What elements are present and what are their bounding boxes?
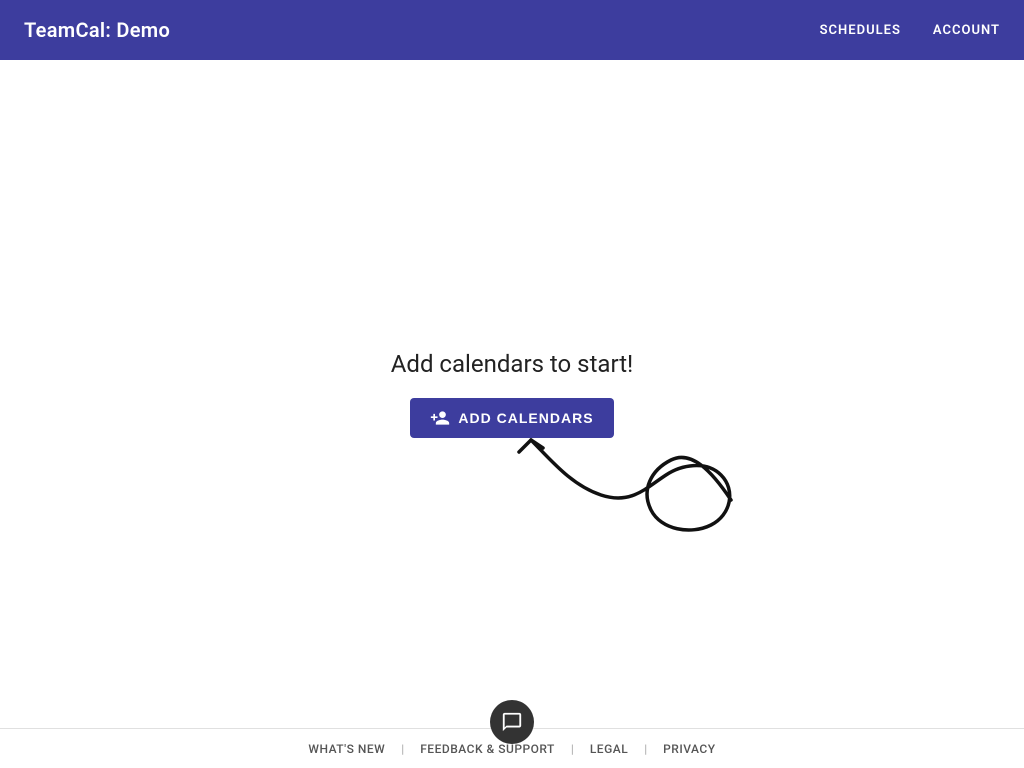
- app-header: TeamCal: Demo SCHEDULES ACCOUNT: [0, 0, 1024, 60]
- app-logo[interactable]: TeamCal: Demo: [24, 18, 170, 42]
- main-content: Add calendars to start! ADD CALENDARS: [0, 60, 1024, 728]
- add-calendars-button[interactable]: ADD CALENDARS: [410, 398, 613, 438]
- footer-divider-1: |: [401, 742, 404, 756]
- footer-whats-new[interactable]: WHAT'S NEW: [308, 742, 385, 756]
- chat-bubble-button[interactable]: [490, 700, 534, 744]
- footer-privacy[interactable]: PRIVACY: [663, 742, 715, 756]
- prompt-text: Add calendars to start!: [391, 350, 633, 378]
- footer-legal[interactable]: LEGAL: [590, 742, 628, 756]
- nav-schedules[interactable]: SCHEDULES: [820, 23, 901, 38]
- nav-account[interactable]: ACCOUNT: [933, 23, 1000, 38]
- person-add-icon: [430, 408, 450, 428]
- header-nav: SCHEDULES ACCOUNT: [820, 23, 1000, 38]
- center-content: Add calendars to start! ADD CALENDARS: [391, 350, 633, 438]
- footer-divider-3: |: [644, 742, 647, 756]
- add-calendars-label: ADD CALENDARS: [458, 410, 593, 426]
- footer-divider-2: |: [571, 742, 574, 756]
- footer-feedback[interactable]: FEEDBACK & SUPPORT: [420, 742, 555, 756]
